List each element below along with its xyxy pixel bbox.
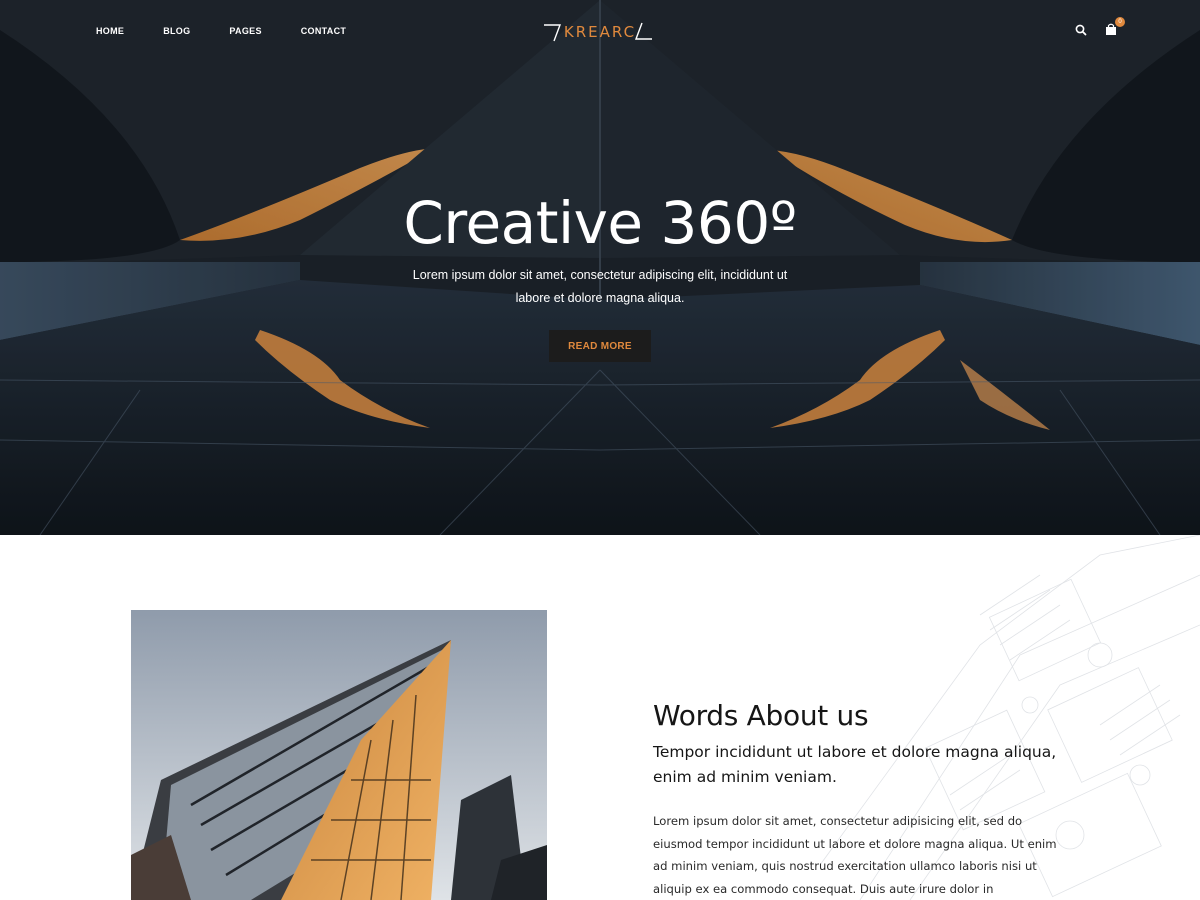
read-more-button[interactable]: READ MORE [549, 330, 651, 362]
main-nav: HOME BLOG PAGES CONTACT [96, 25, 385, 37]
nav-contact[interactable]: CONTACT [301, 25, 346, 37]
cart-button[interactable]: 0 [1104, 17, 1125, 38]
hero-subtitle: Lorem ipsum dolor sit amet, consectetur … [412, 268, 788, 305]
about-building-image [131, 610, 547, 900]
about-section: Words About us Tempor incididunt ut labo… [0, 535, 1200, 900]
site-logo[interactable]: KREARC [542, 21, 654, 43]
nav-home[interactable]: HOME [96, 25, 124, 37]
about-title: Words About us [653, 699, 869, 732]
header-actions: 0 [1074, 17, 1125, 38]
building-photo [131, 610, 547, 900]
search-icon [1075, 24, 1087, 36]
logo-text: KREARC [563, 23, 637, 41]
nav-pages[interactable]: PAGES [229, 25, 261, 37]
nav-blog[interactable]: BLOG [163, 25, 190, 37]
about-body-text: Lorem ipsum dolor sit amet, consectetur … [653, 814, 1057, 896]
hero-section: HOME BLOG PAGES CONTACT KREARC 0 Creativ… [0, 0, 1200, 535]
search-button[interactable] [1074, 22, 1088, 38]
cart-count-badge: 0 [1115, 17, 1125, 27]
hero-title: Creative 360º [403, 189, 797, 257]
about-lead-text: Tempor incididunt ut labore et dolore ma… [653, 743, 1057, 786]
